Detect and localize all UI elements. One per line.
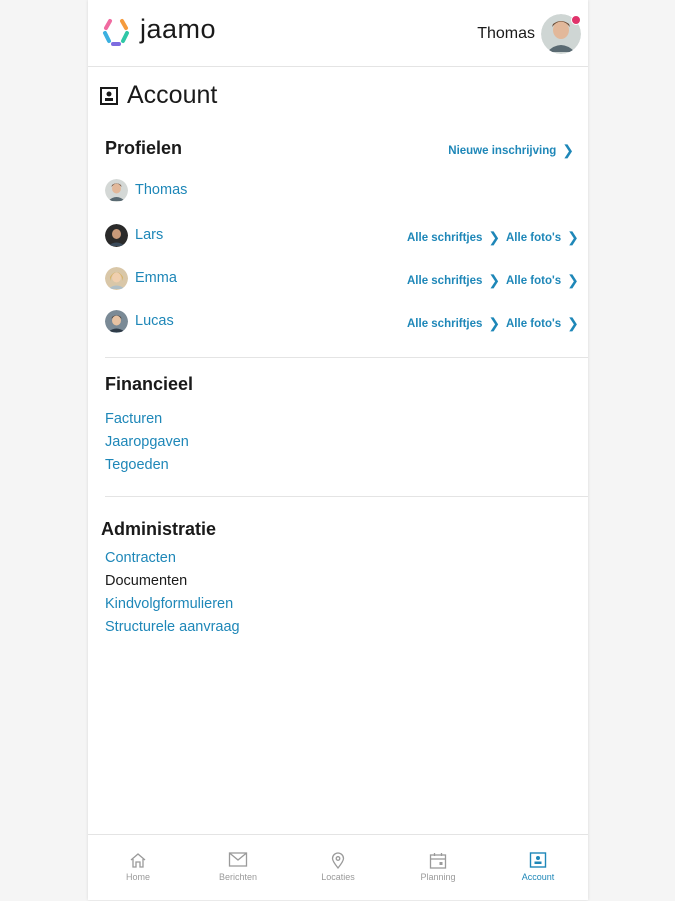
nav-planning[interactable]: Planning — [388, 835, 488, 901]
chevron-right-icon: ❯ — [488, 229, 501, 245]
section-title-profielen: Profielen — [105, 138, 183, 158]
nav-label: Planning — [420, 872, 456, 882]
lars-all-notebooks-link[interactable]: Alle schriftjes ❯ — [407, 228, 500, 245]
chevron-right-icon: ❯ — [488, 315, 501, 331]
jaamo-logo-icon[interactable] — [100, 16, 132, 48]
chevron-right-icon: ❯ — [488, 272, 501, 288]
profile-avatar-lucas — [105, 310, 128, 333]
link-kindvolgformulieren[interactable]: Kindvolgformulieren — [105, 596, 233, 612]
bottom-navigation: Home Berichten Locaties Planning Account — [88, 834, 588, 901]
link-label: Alle schriftjes — [407, 275, 483, 287]
mail-icon — [228, 852, 248, 867]
header-user-name[interactable]: Thomas — [477, 25, 535, 43]
lucas-all-photos-link[interactable]: Alle foto's ❯ — [506, 314, 579, 331]
profile-name: Emma — [135, 270, 177, 286]
link-label: Alle schriftjes — [407, 318, 483, 330]
link-structurele-aanvraag[interactable]: Structurele aanvraag — [105, 619, 240, 635]
profile-avatar-emma — [105, 267, 128, 290]
profile-row-lars[interactable]: Lars — [105, 224, 575, 248]
new-registration-link[interactable]: Nieuwe inschrijving ❯ — [448, 141, 574, 158]
lars-all-photos-link[interactable]: Alle foto's ❯ — [506, 228, 579, 245]
nav-locaties[interactable]: Locaties — [288, 835, 388, 901]
calendar-icon — [429, 853, 447, 869]
profile-row-lucas[interactable]: Lucas — [105, 310, 575, 334]
profile-avatar-thomas — [105, 179, 128, 202]
link-facturen[interactable]: Facturen — [105, 411, 162, 427]
account-card-icon — [100, 87, 118, 105]
profile-row-thomas[interactable]: Thomas — [105, 179, 575, 203]
emma-all-photos-link[interactable]: Alle foto's ❯ — [506, 271, 579, 288]
profile-name: Lars — [135, 227, 164, 243]
link-label: Alle foto's — [506, 275, 562, 287]
link-jaaropgaven[interactable]: Jaaropgaven — [105, 434, 189, 450]
chevron-right-icon: ❯ — [567, 272, 579, 288]
chevron-right-icon: ❯ — [567, 315, 579, 331]
chevron-right-icon: ❯ — [567, 229, 579, 245]
page-title: Account — [127, 81, 218, 109]
link-label: Alle foto's — [506, 232, 562, 244]
link-contracten[interactable]: Contracten — [105, 550, 176, 566]
home-icon — [130, 853, 146, 868]
header-avatar[interactable] — [541, 14, 581, 54]
link-label: Alle foto's — [506, 318, 562, 330]
location-pin-icon — [331, 852, 345, 869]
profile-name: Thomas — [135, 182, 188, 198]
nav-berichten[interactable]: Berichten — [188, 835, 288, 901]
nav-label: Home — [125, 872, 150, 882]
nav-account[interactable]: Account — [488, 835, 588, 901]
link-label: Alle schriftjes — [407, 232, 483, 244]
app-frame: jaamo Thomas Account Profielen Nieuwe in… — [88, 0, 588, 900]
app-header: jaamo Thomas — [88, 0, 588, 67]
logo-text: jaamo — [140, 14, 217, 44]
nav-label: Account — [521, 872, 555, 882]
notification-dot — [571, 15, 581, 25]
new-registration-label: Nieuwe inschrijving — [448, 145, 557, 157]
profile-row-emma[interactable]: Emma — [105, 267, 575, 291]
nav-home[interactable]: Home — [88, 835, 188, 901]
section-divider — [105, 496, 588, 497]
profile-avatar-lars — [105, 224, 128, 247]
nav-label: Locaties — [321, 872, 355, 882]
link-documenten[interactable]: Documenten — [105, 573, 187, 589]
link-tegoeden[interactable]: Tegoeden — [105, 457, 169, 473]
section-title-financieel: Financieel — [105, 374, 194, 394]
lucas-all-notebooks-link[interactable]: Alle schriftjes ❯ — [407, 314, 500, 331]
profile-name: Lucas — [135, 313, 174, 329]
section-title-administratie: Administratie — [101, 519, 217, 539]
chevron-right-icon: ❯ — [562, 142, 574, 158]
section-divider — [105, 357, 588, 358]
emma-all-notebooks-link[interactable]: Alle schriftjes ❯ — [407, 271, 500, 288]
account-card-icon — [529, 852, 547, 868]
nav-label: Berichten — [218, 872, 258, 882]
